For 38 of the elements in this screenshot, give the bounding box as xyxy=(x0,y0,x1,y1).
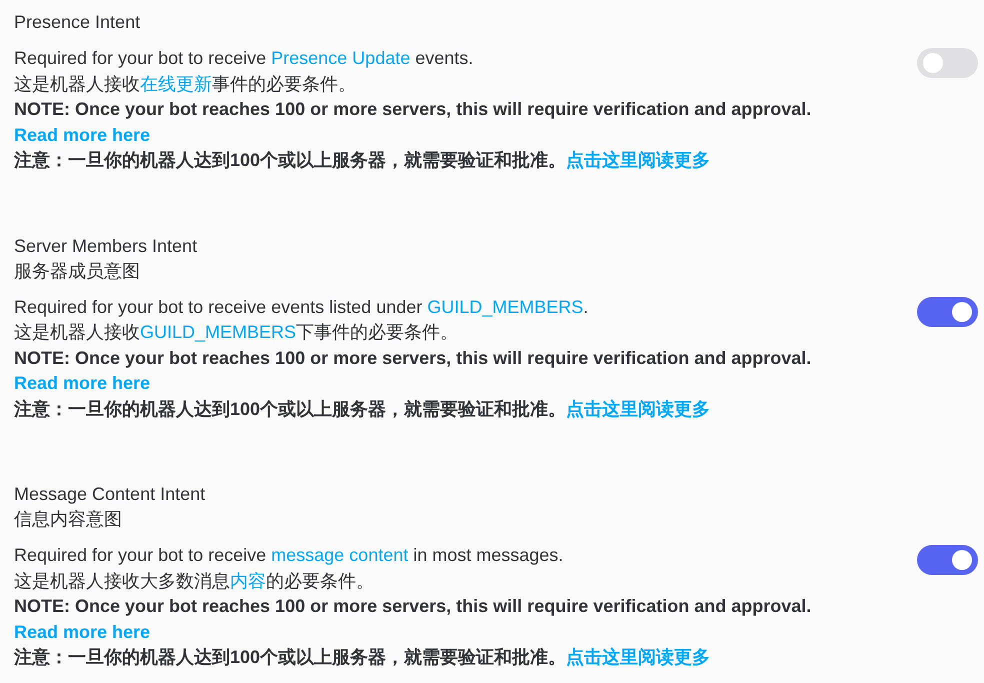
description-text: events. xyxy=(414,48,474,68)
description-text: 下事件的必要条件。 xyxy=(296,322,458,342)
link[interactable]: Read more here xyxy=(14,124,150,144)
description-text: 注意：一旦你的机器人达到100个或以上服务器，就需要验证和批准。 xyxy=(14,647,566,667)
toggle-switch[interactable] xyxy=(917,296,978,326)
description-text: 注意：一旦你的机器人达到100个或以上服务器，就需要验证和批准。 xyxy=(14,398,566,418)
description-text: . xyxy=(583,296,588,316)
description-text: Required for your bot to receive xyxy=(14,48,268,68)
intent-title: Message Content Intent xyxy=(14,483,206,506)
description-text: 这是机器人接收 xyxy=(14,74,140,94)
link[interactable]: 点击这里阅读更多 xyxy=(566,398,710,418)
description-text: 这是机器人接收 xyxy=(14,322,140,342)
description-text: NOTE: Once your bot reaches 100 or more servers, this will require verification and approval. xyxy=(14,348,812,368)
description-text: 这是机器人接收大多数消息 xyxy=(14,570,230,590)
description-text: NOTE: Once your bot reaches 100 or more servers, this will require verification and approval. xyxy=(14,596,812,616)
link[interactable]: 点击这里阅读更多 xyxy=(566,150,710,170)
link[interactable]: 内容 xyxy=(230,570,266,590)
link[interactable]: Presence Update xyxy=(271,48,410,68)
link[interactable]: 在线更新 xyxy=(140,74,212,94)
link[interactable]: 点击这里阅读更多 xyxy=(566,647,710,667)
intent-subtitle: 服务器成员意图 xyxy=(14,260,141,282)
description-text: Required for your bot to receive xyxy=(14,545,268,565)
intent-subtitle: 信息内容意图 xyxy=(14,508,123,531)
link[interactable]: GUILD_MEMBERS xyxy=(427,296,584,316)
intent-title: Presence Intent xyxy=(14,11,142,34)
description-text: NOTE: Once your bot reaches 100 or more servers, this will require verification and approval. xyxy=(14,99,812,119)
description-text: 注意：一旦你的机器人达到100个或以上服务器，就需要验证和批准。 xyxy=(14,150,566,170)
description-text: 的必要条件。 xyxy=(266,570,374,590)
link[interactable]: Read more here xyxy=(14,373,150,393)
toggle-switch[interactable] xyxy=(917,545,978,575)
link[interactable]: GUILD_MEMBERS xyxy=(140,322,296,342)
link[interactable]: Read more here xyxy=(14,622,150,642)
description-text: 事件的必要条件。 xyxy=(212,74,356,94)
description-text: in most messages. xyxy=(412,545,564,565)
link[interactable]: message content xyxy=(271,545,408,565)
toggle-switch[interactable] xyxy=(917,48,978,78)
intent-title: Server Members Intent xyxy=(14,234,198,258)
description-text: Required for your bot to receive events listed under xyxy=(14,296,424,316)
